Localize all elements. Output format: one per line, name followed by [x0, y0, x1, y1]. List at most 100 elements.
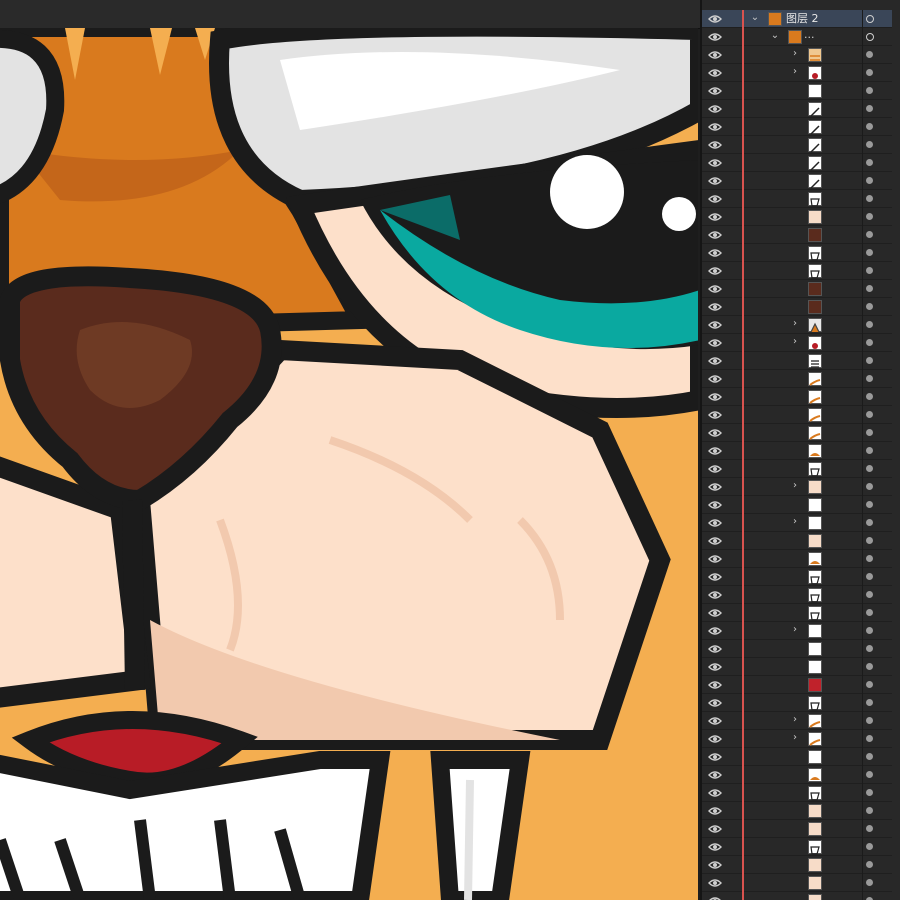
target-icon[interactable]	[866, 591, 873, 598]
target-icon[interactable]	[866, 159, 873, 166]
eye-icon[interactable]	[708, 499, 722, 511]
target-icon[interactable]	[866, 861, 873, 868]
target-icon[interactable]	[866, 807, 873, 814]
eye-icon[interactable]	[708, 679, 722, 691]
target-icon[interactable]	[866, 321, 873, 328]
layer-row[interactable]	[702, 820, 892, 838]
target-icon[interactable]	[866, 141, 873, 148]
layer-row[interactable]	[702, 784, 892, 802]
layer-row[interactable]	[702, 442, 892, 460]
eye-icon[interactable]	[708, 247, 722, 259]
chevron-right-icon[interactable]: ›	[790, 624, 800, 636]
target-icon[interactable]	[866, 15, 874, 23]
layer-row[interactable]	[702, 586, 892, 604]
target-icon[interactable]	[866, 555, 873, 562]
target-icon[interactable]	[866, 375, 873, 382]
target-icon[interactable]	[866, 609, 873, 616]
layer-row[interactable]	[702, 856, 892, 874]
eye-icon[interactable]	[708, 211, 722, 223]
target-icon[interactable]	[866, 573, 873, 580]
eye-icon[interactable]	[708, 553, 722, 565]
target-icon[interactable]	[866, 339, 873, 346]
eye-icon[interactable]	[708, 121, 722, 133]
target-icon[interactable]	[866, 465, 873, 472]
target-icon[interactable]	[866, 825, 873, 832]
layer-row[interactable]: ›	[702, 316, 892, 334]
eye-icon[interactable]	[708, 715, 722, 727]
layer-row[interactable]	[702, 136, 892, 154]
target-icon[interactable]	[866, 249, 873, 256]
layer-row[interactable]	[702, 100, 892, 118]
target-icon[interactable]	[866, 87, 873, 94]
eye-icon[interactable]	[708, 895, 722, 900]
chevron-right-icon[interactable]: ›	[790, 336, 800, 348]
layer-row[interactable]	[702, 82, 892, 100]
eye-icon[interactable]	[708, 661, 722, 673]
eye-icon[interactable]	[708, 13, 722, 25]
layer-row-top[interactable]: ⌄ 图层 2	[702, 10, 892, 28]
layer-row[interactable]	[702, 694, 892, 712]
layer-row[interactable]	[702, 604, 892, 622]
eye-icon[interactable]	[708, 355, 722, 367]
eye-icon[interactable]	[708, 175, 722, 187]
layer-row[interactable]: ›	[702, 730, 892, 748]
layer-row[interactable]	[702, 406, 892, 424]
eye-icon[interactable]	[708, 265, 722, 277]
eye-icon[interactable]	[708, 319, 722, 331]
target-icon[interactable]	[866, 717, 873, 724]
layer-row[interactable]	[702, 388, 892, 406]
layer-row[interactable]	[702, 262, 892, 280]
layer-row[interactable]	[702, 532, 892, 550]
eye-icon[interactable]	[708, 301, 722, 313]
target-icon[interactable]	[866, 627, 873, 634]
eye-icon[interactable]	[708, 103, 722, 115]
layer-row[interactable]	[702, 280, 892, 298]
eye-icon[interactable]	[708, 85, 722, 97]
eye-icon[interactable]	[708, 157, 722, 169]
layer-row[interactable]: ›	[702, 334, 892, 352]
eye-icon[interactable]	[708, 409, 722, 421]
layer-row[interactable]	[702, 208, 892, 226]
layer-row[interactable]	[702, 874, 892, 892]
layer-row[interactable]: ›	[702, 64, 892, 82]
eye-icon[interactable]	[708, 643, 722, 655]
layer-row-group[interactable]: ⌄...	[702, 28, 892, 46]
target-icon[interactable]	[866, 645, 873, 652]
layer-row[interactable]	[702, 226, 892, 244]
target-icon[interactable]	[866, 285, 873, 292]
eye-icon[interactable]	[708, 769, 722, 781]
target-icon[interactable]	[866, 681, 873, 688]
eye-icon[interactable]	[708, 373, 722, 385]
target-icon[interactable]	[866, 69, 873, 76]
eye-icon[interactable]	[708, 193, 722, 205]
layer-row[interactable]: ›	[702, 478, 892, 496]
eye-icon[interactable]	[708, 697, 722, 709]
eye-icon[interactable]	[708, 67, 722, 79]
eye-icon[interactable]	[708, 823, 722, 835]
eye-icon[interactable]	[708, 517, 722, 529]
eye-icon[interactable]	[708, 445, 722, 457]
eye-icon[interactable]	[708, 841, 722, 853]
layer-row[interactable]	[702, 838, 892, 856]
layer-row[interactable]	[702, 550, 892, 568]
target-icon[interactable]	[866, 735, 873, 742]
chevron-right-icon[interactable]: ›	[790, 714, 800, 726]
target-icon[interactable]	[866, 177, 873, 184]
layer-row[interactable]	[702, 676, 892, 694]
layer-row[interactable]	[702, 370, 892, 388]
target-icon[interactable]	[866, 411, 873, 418]
layer-row[interactable]	[702, 190, 892, 208]
eye-icon[interactable]	[708, 49, 722, 61]
eye-icon[interactable]	[708, 283, 722, 295]
chevron-right-icon[interactable]: ›	[790, 516, 800, 528]
layer-row[interactable]	[702, 568, 892, 586]
eye-icon[interactable]	[708, 337, 722, 349]
chevron-right-icon[interactable]: ›	[790, 480, 800, 492]
chevron-right-icon[interactable]: ›	[790, 318, 800, 330]
target-icon[interactable]	[866, 231, 873, 238]
layer-row[interactable]	[702, 154, 892, 172]
layer-row[interactable]: ›	[702, 46, 892, 64]
eye-icon[interactable]	[708, 589, 722, 601]
layer-row[interactable]	[702, 496, 892, 514]
target-icon[interactable]	[866, 753, 873, 760]
